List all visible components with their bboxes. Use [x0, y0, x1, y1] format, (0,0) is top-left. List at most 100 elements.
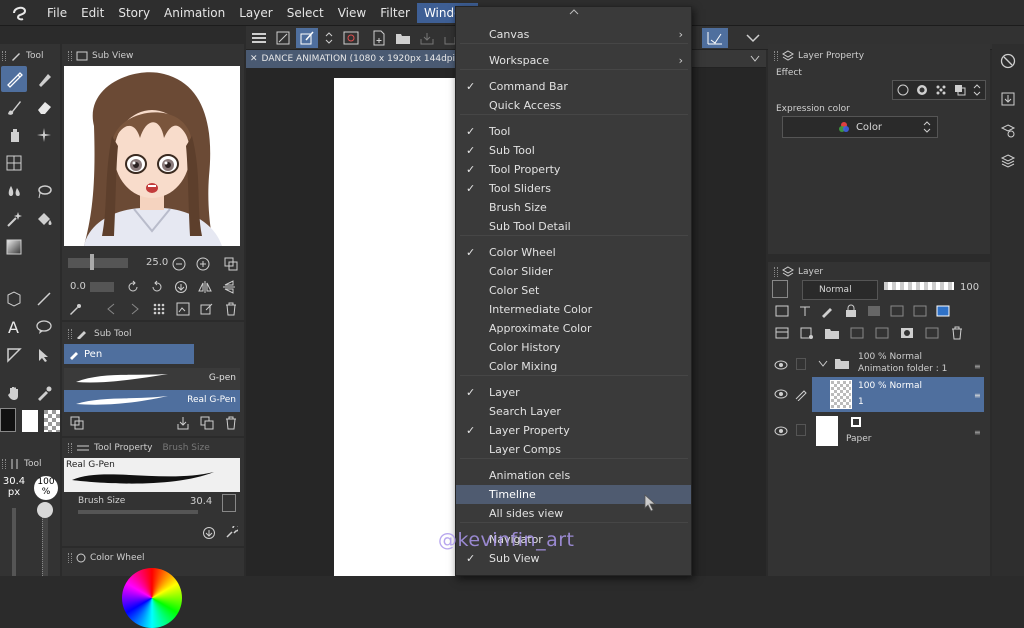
window-menu-item-canvas[interactable]: Canvas ›: [456, 25, 691, 44]
panel-grip-icon[interactable]: [2, 51, 6, 61]
window-menu-item-color-set[interactable]: Color Set: [456, 281, 691, 300]
transparent-color-swatch[interactable]: [44, 410, 60, 432]
window-menu-item-sub-tool[interactable]: ✓ Sub Tool: [456, 141, 691, 160]
flip-vertical-icon[interactable]: [220, 278, 238, 296]
eye-icon[interactable]: [774, 360, 788, 370]
panel-grip-icon[interactable]: [68, 443, 72, 453]
window-menu-item-tool-property[interactable]: ✓ Tool Property: [456, 160, 691, 179]
panel-grip-icon[interactable]: [774, 267, 778, 277]
eraser-tool-button[interactable]: [31, 94, 57, 120]
save-icon[interactable]: [418, 29, 436, 47]
layer-row-paper[interactable]: Paper ≡: [770, 414, 986, 448]
new-raster-layer-icon[interactable]: [774, 326, 790, 340]
snap-ruler-icon[interactable]: [702, 28, 728, 48]
panel-grip-icon[interactable]: [68, 51, 72, 61]
balloon-tool-button[interactable]: [31, 314, 57, 340]
lock-transparent-icon[interactable]: [866, 304, 882, 318]
window-menu-item-layer-property[interactable]: ✓ Layer Property: [456, 421, 691, 440]
ruler-tool-button[interactable]: [31, 286, 57, 312]
window-menu-item-tool-sliders[interactable]: ✓ Tool Sliders: [456, 179, 691, 198]
hamburger-icon[interactable]: [250, 29, 268, 47]
menu-select[interactable]: Select: [280, 3, 331, 23]
document-tab[interactable]: ✕ DANCE ANIMATION (1080 x 1920px 144dpi: [246, 50, 456, 68]
lock-icon[interactable]: [843, 304, 859, 318]
fill-tool-button[interactable]: [31, 206, 57, 232]
color-wheel-ring[interactable]: [122, 568, 182, 628]
layer-row-1[interactable]: 100 % Normal 1 ≡: [770, 377, 986, 412]
brush-tool-button[interactable]: [1, 94, 27, 120]
combine-down-icon[interactable]: [874, 326, 890, 340]
gradient-tool-button[interactable]: [1, 234, 27, 260]
layer-mask-icon[interactable]: [899, 326, 915, 340]
open-folder-icon[interactable]: [394, 29, 412, 47]
download-dock-icon[interactable]: [999, 90, 1017, 108]
panel-grip-icon[interactable]: [2, 459, 6, 469]
window-menu-item-sub-tool-detail[interactable]: Sub Tool Detail: [456, 217, 691, 236]
prev-image-icon[interactable]: [102, 300, 120, 318]
lasso-tool-button[interactable]: [31, 178, 57, 204]
window-menu-item-quick-access[interactable]: Quick Access: [456, 96, 691, 115]
layer-lock-box[interactable]: [796, 358, 806, 370]
window-menu-item-color-history[interactable]: Color History: [456, 338, 691, 357]
panel-grip-icon[interactable]: [68, 329, 72, 339]
mask-layer-icon[interactable]: [889, 304, 905, 318]
tone-effect-icon[interactable]: [916, 84, 928, 96]
reset-rotation-icon[interactable]: [172, 278, 190, 296]
draft-layer-icon[interactable]: [820, 304, 836, 318]
sub-tool-duplicate-icon[interactable]: [198, 414, 216, 432]
layer-lock-box[interactable]: [796, 424, 806, 436]
menu-view[interactable]: View: [331, 3, 373, 23]
reference-layer-icon[interactable]: [797, 304, 813, 318]
no-entry-icon[interactable]: [999, 52, 1017, 70]
layer-color-effect-icon[interactable]: [954, 84, 966, 96]
delete-layer-icon[interactable]: [949, 326, 965, 340]
brush-size-spinner[interactable]: [222, 494, 236, 512]
fit-view-icon[interactable]: [222, 255, 240, 273]
window-menu-item-sub-view[interactable]: ✓ Sub View: [456, 549, 691, 568]
window-menu-item-command-bar[interactable]: ✓ Command Bar: [456, 77, 691, 96]
new-file-icon[interactable]: [370, 29, 388, 47]
layer-search-dock-icon[interactable]: [999, 122, 1017, 140]
new-vector-layer-icon[interactable]: [799, 326, 815, 340]
selected-layer-icon[interactable]: [935, 304, 951, 318]
zoom-in-icon[interactable]: [194, 255, 212, 273]
onion-skin-icon[interactable]: [342, 29, 360, 47]
scroll-up-icon[interactable]: [566, 7, 582, 17]
apply-mask-icon[interactable]: [924, 326, 940, 340]
window-menu-item-layer-comps[interactable]: Layer Comps: [456, 440, 691, 459]
trash-icon[interactable]: [222, 300, 240, 318]
eyedropper-tool-button[interactable]: [31, 380, 57, 406]
figure-tool-button[interactable]: [1, 286, 27, 312]
window-menu-item-tool[interactable]: ✓ Tool: [456, 122, 691, 141]
ruler-layer-icon[interactable]: [912, 304, 928, 318]
brush-size-prop-slider[interactable]: [78, 510, 198, 514]
eye-icon[interactable]: [774, 426, 788, 436]
menu-layer[interactable]: Layer: [232, 3, 279, 23]
window-menu-item-intermediate-color[interactable]: Intermediate Color: [456, 300, 691, 319]
hand-tool-button[interactable]: [1, 380, 27, 406]
opacity-slider[interactable]: [42, 508, 48, 576]
transfer-down-icon[interactable]: [849, 326, 865, 340]
menu-file[interactable]: File: [40, 3, 74, 23]
effect-spin-icon[interactable]: [973, 84, 981, 96]
edit-pen-icon[interactable]: [794, 387, 808, 401]
panel-grip-icon[interactable]: [68, 553, 72, 563]
border-effect-icon[interactable]: [897, 84, 909, 96]
decoration-tool-button[interactable]: [1, 122, 27, 148]
zoom-slider-thumb[interactable]: [90, 254, 94, 270]
window-menu-item-search-layer[interactable]: Search Layer: [456, 402, 691, 421]
zoom-out-icon[interactable]: [170, 255, 188, 273]
rotate-right-icon[interactable]: [148, 278, 166, 296]
reset-settings-icon[interactable]: [200, 524, 218, 542]
sub-color-swatch[interactable]: [22, 410, 38, 432]
menu-animation[interactable]: Animation: [157, 3, 232, 23]
brush-item-real-gpen[interactable]: Real G-Pen: [64, 390, 240, 412]
dot-tone-icon[interactable]: [935, 84, 947, 96]
chevron-down-icon[interactable]: [744, 29, 762, 47]
close-tab-icon[interactable]: ✕: [250, 54, 258, 64]
window-menu-item-approximate-color[interactable]: Approximate Color: [456, 319, 691, 338]
window-menu-item-color-slider[interactable]: Color Slider: [456, 262, 691, 281]
brush-size-tab[interactable]: Brush Size: [162, 443, 209, 453]
panel-grip-icon[interactable]: [774, 51, 778, 61]
layer-handle-icon[interactable]: ≡: [974, 391, 981, 400]
